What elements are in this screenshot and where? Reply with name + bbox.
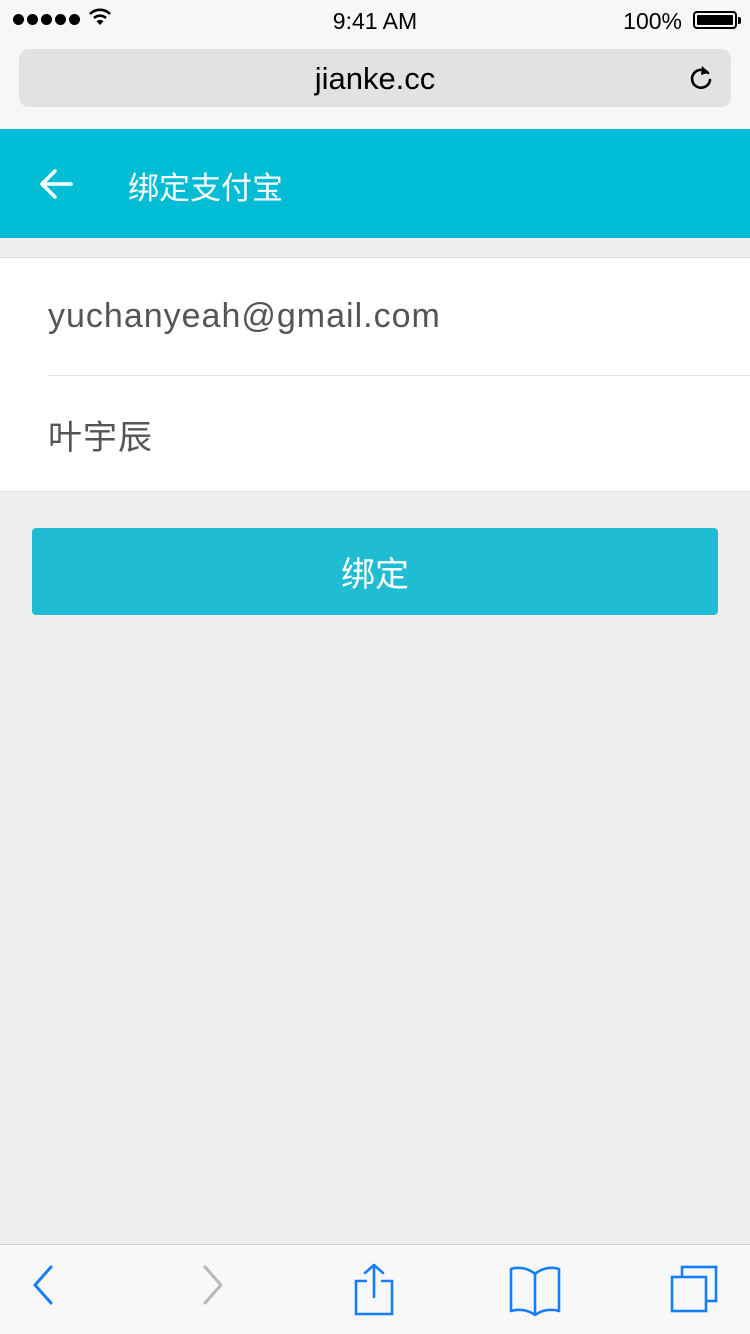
battery-icon [693, 11, 741, 29]
url-field[interactable]: jianke.cc [19, 49, 731, 107]
battery-percentage: 100% [623, 8, 682, 34]
name-row [48, 375, 750, 493]
bind-form [0, 257, 750, 492]
browser-address-bar: jianke.cc [0, 40, 750, 129]
real-name-input[interactable] [48, 376, 738, 492]
toolbar-forward-button[interactable] [182, 1263, 242, 1317]
back-chevron-icon [33, 1265, 53, 1305]
toolbar-back-button[interactable] [14, 1263, 74, 1317]
reload-icon[interactable] [687, 64, 715, 92]
bookmarks-icon [509, 1266, 561, 1317]
page-title: 绑定支付宝 [128, 171, 283, 206]
share-icon [354, 1263, 394, 1316]
account-row [48, 258, 750, 375]
status-bar: 9:41 AM 100% [0, 0, 750, 40]
bind-button[interactable]: 绑定 [32, 528, 718, 615]
toolbar-bookmarks-button[interactable] [505, 1263, 565, 1317]
browser-toolbar [0, 1244, 750, 1334]
toolbar-share-button[interactable] [344, 1263, 404, 1317]
url-text[interactable]: jianke.cc [19, 61, 731, 97]
app-header: 绑定支付宝 [0, 129, 750, 238]
arrow-left-icon[interactable] [38, 167, 74, 201]
alipay-account-input[interactable] [48, 258, 738, 374]
toolbar-tabs-button[interactable] [664, 1263, 724, 1317]
forward-chevron-icon [203, 1265, 223, 1305]
tabs-icon [670, 1265, 718, 1313]
